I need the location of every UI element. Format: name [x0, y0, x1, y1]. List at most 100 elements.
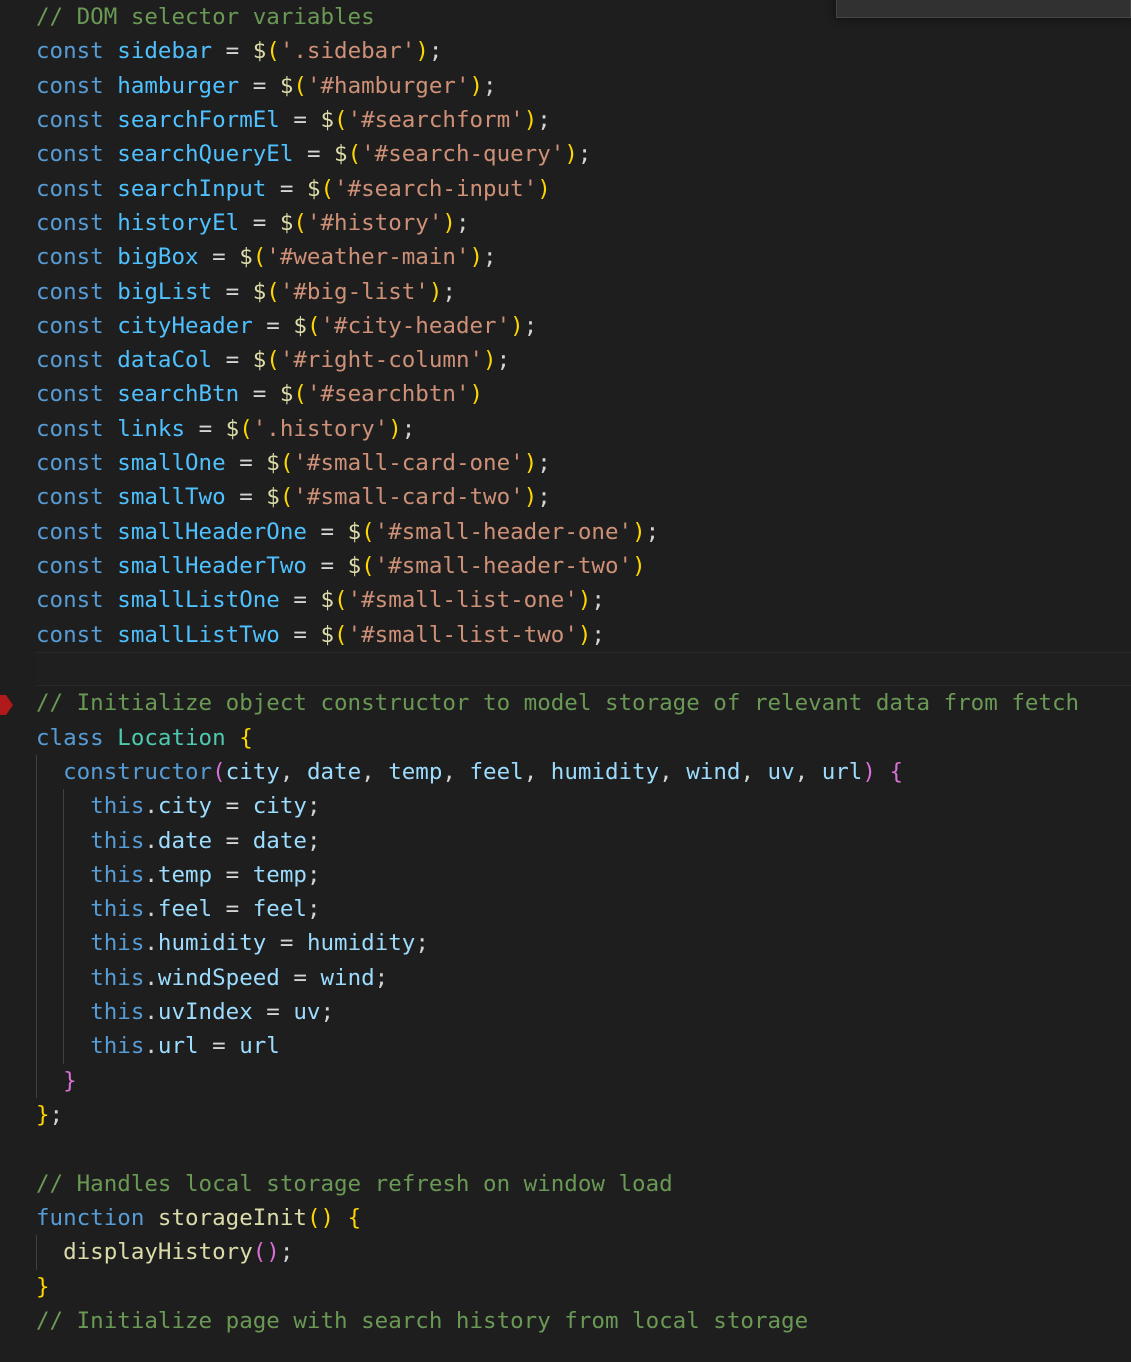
code-token: ) [469, 72, 484, 99]
code-line[interactable]: const searchQueryEl = $('#search-query')… [0, 137, 1131, 171]
code-token: feel [252, 896, 307, 923]
code-line[interactable]: const smallHeaderTwo = $('#small-header-… [0, 549, 1131, 583]
code-line[interactable]: const smallListTwo = $('#small-list-two'… [0, 618, 1131, 652]
code-line[interactable]: // Initialize object constructor to mode… [0, 686, 1131, 720]
indent-guide [63, 789, 64, 824]
code-line[interactable] [0, 1132, 1131, 1166]
code-line[interactable]: this.city = city; [0, 789, 1131, 824]
code-line[interactable]: const smallListOne = $('#small-list-one'… [0, 583, 1131, 617]
code-token: = [225, 861, 240, 888]
code-line[interactable]: this.date = date; [0, 823, 1131, 858]
code-token: historyEl [117, 209, 240, 236]
code-token: bigBox [117, 244, 199, 271]
code-line[interactable]: this.temp = temp; [0, 857, 1131, 893]
code-content-area[interactable]: // DOM selector variables const sidebar =… [0, 0, 1131, 1362]
code-token: smallListTwo [117, 621, 280, 648]
code-line[interactable]: this.feel = feel; [0, 892, 1131, 927]
code-token: uv [293, 999, 321, 1026]
code-token: uv [767, 758, 795, 785]
code-token: $ [279, 209, 294, 236]
code-token: city [225, 758, 280, 785]
code-line[interactable]: const bigBox = $('#weather-main'); [0, 240, 1131, 274]
code-line[interactable]: const searchFormEl = $('#searchform'); [0, 103, 1131, 137]
code-line[interactable]: const links = $('.history'); [0, 412, 1131, 446]
code-line[interactable]: const historyEl = $('#history'); [0, 206, 1131, 240]
find-widget[interactable]: Aa ab .* [836, 0, 1131, 18]
code-token: // Handles local storage refresh on wind… [36, 1170, 673, 1197]
code-line-current[interactable] [36, 651, 1131, 687]
code-token: sidebar [117, 38, 213, 65]
code-line[interactable]: function storageInit() { [0, 1201, 1131, 1235]
code-line[interactable]: this.uvIndex = uv; [0, 995, 1131, 1030]
indent-guide [36, 857, 37, 893]
code-token: = [293, 621, 307, 648]
code-line[interactable]: class Location { [0, 721, 1131, 755]
code-token: ; [483, 72, 497, 99]
code-line[interactable]: // Handles local storage refresh on wind… [0, 1167, 1131, 1201]
code-line[interactable]: } [0, 1063, 1131, 1098]
code-token: date [306, 758, 362, 785]
code-token: = [266, 999, 280, 1026]
code-token: ( [239, 415, 253, 442]
code-token: = [320, 518, 335, 545]
indent-guide [36, 789, 37, 824]
code-line[interactable]: const sidebar = $('.sidebar'); [0, 34, 1131, 68]
code-line[interactable]: const hamburger = $('#hamburger'); [0, 69, 1131, 103]
code-line[interactable]: const cityHeader = $('#city-header'); [0, 309, 1131, 343]
toggle-replace-chevron-icon[interactable] [837, 0, 857, 17]
code-token: const [36, 38, 104, 65]
code-token: ( [306, 312, 321, 339]
code-line[interactable]: const bigList = $('#big-list'); [0, 275, 1131, 309]
code-token: ; [496, 347, 511, 374]
code-token: { [347, 1204, 362, 1231]
code-token: '#small-card-one' [293, 450, 524, 477]
code-token: ( [334, 587, 348, 614]
code-token: searchBtn [117, 381, 240, 408]
code-token: { [889, 758, 903, 785]
code-line[interactable]: const searchBtn = $('#searchbtn') [0, 377, 1131, 411]
code-line[interactable]: this.url = url [0, 1029, 1131, 1064]
code-token: const [36, 518, 104, 545]
code-line[interactable]: constructor(city, date, temp, feel, humi… [0, 754, 1131, 790]
code-token: const [36, 278, 104, 305]
code-line[interactable]: const searchInput = $('#search-input') [0, 172, 1131, 206]
code-token: ) [415, 38, 429, 65]
code-token: // DOM selector variables [36, 4, 375, 30]
code-token: $ [320, 106, 335, 133]
code-token: = [306, 141, 321, 168]
code-token: '#weather-main' [266, 244, 470, 271]
code-token: wind [686, 758, 741, 785]
code-token: , [442, 758, 470, 785]
code-token: , [523, 758, 551, 785]
code-line[interactable]: displayHistory(); [0, 1235, 1131, 1270]
code-token: ) [469, 244, 484, 271]
code-line[interactable]: // Initialize page with search history f… [0, 1304, 1131, 1338]
code-line[interactable]: const smallOne = $('#small-card-one'); [0, 446, 1131, 480]
code-line[interactable]: this.windSpeed = wind; [0, 960, 1131, 996]
indent-guide [63, 823, 64, 858]
code-line[interactable]: const smallTwo = $('#small-card-two'); [0, 480, 1131, 514]
code-token: const [36, 209, 104, 236]
code-token: ( [266, 278, 280, 305]
code-line[interactable]: }; [0, 1098, 1131, 1132]
code-line[interactable]: this.humidity = humidity; [0, 926, 1131, 961]
code-token: // Initialize object constructor to mode… [36, 690, 1080, 717]
code-line[interactable]: const smallHeaderOne = $('#small-header-… [0, 515, 1131, 549]
code-token: temp [388, 758, 443, 785]
code-token: $ [334, 141, 348, 168]
code-token: Location [117, 724, 226, 751]
code-line[interactable]: } [0, 1270, 1131, 1304]
code-line[interactable]: const dataCol = $('#right-column'); [0, 343, 1131, 377]
